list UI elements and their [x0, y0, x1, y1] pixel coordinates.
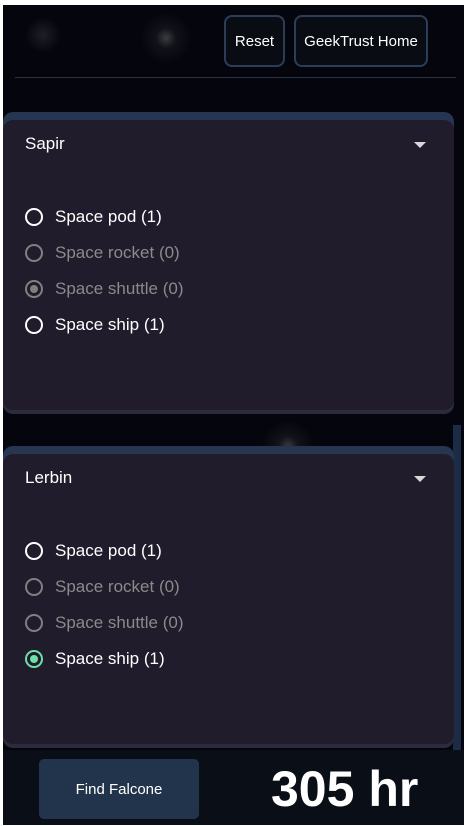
time-taken: 305 hr	[271, 761, 419, 817]
vehicle-option-space-ship[interactable]: Space ship (1)	[25, 645, 165, 673]
geektrust-home-button[interactable]: GeekTrust Home	[294, 15, 428, 67]
radio-button[interactable]	[25, 578, 43, 596]
vehicle-option-space-pod[interactable]: Space pod (1)	[25, 203, 162, 231]
vehicle-label: Space ship (1)	[55, 315, 165, 334]
radio-button[interactable]	[25, 650, 43, 668]
radio-button[interactable]	[25, 280, 43, 298]
vehicle-option-space-shuttle[interactable]: Space shuttle (0)	[25, 275, 184, 303]
vehicle-option-space-ship[interactable]: Space ship (1)	[25, 311, 165, 339]
planet-select-1[interactable]: Sapir	[25, 134, 65, 154]
scrollbar[interactable]	[453, 425, 461, 755]
vehicle-label: Space pod (1)	[55, 541, 162, 560]
reset-button[interactable]: Reset	[224, 15, 285, 67]
vehicle-label: Space ship (1)	[55, 649, 165, 668]
radio-button[interactable]	[25, 542, 43, 560]
planet-select-2[interactable]: Lerbin	[25, 468, 72, 488]
app-frame: Reset GeekTrust Home Sapir Space pod (1)…	[3, 5, 464, 825]
vehicle-option-space-shuttle[interactable]: Space shuttle (0)	[25, 609, 184, 637]
find-falcone-button[interactable]: Find Falcone	[39, 759, 199, 819]
vehicle-option-space-rocket[interactable]: Space rocket (0)	[25, 239, 180, 267]
radio-button[interactable]	[25, 614, 43, 632]
vehicle-option-space-pod[interactable]: Space pod (1)	[25, 537, 162, 565]
caret-down-icon[interactable]	[414, 142, 426, 148]
destination-card-2: Lerbin Space pod (1) Space rocket (0) Sp…	[3, 454, 454, 744]
radio-button[interactable]	[25, 316, 43, 334]
footer-bar: Find Falcone 305 hr	[3, 750, 464, 825]
caret-down-icon[interactable]	[414, 476, 426, 482]
vehicle-label: Space shuttle (0)	[55, 613, 184, 632]
destination-card-1: Sapir Space pod (1) Space rocket (0) Spa…	[3, 120, 454, 410]
header-divider	[15, 77, 456, 78]
vehicle-label: Space shuttle (0)	[55, 279, 184, 298]
radio-button[interactable]	[25, 244, 43, 262]
vehicle-label: Space pod (1)	[55, 207, 162, 226]
vehicle-option-space-rocket[interactable]: Space rocket (0)	[25, 573, 180, 601]
vehicle-label: Space rocket (0)	[55, 243, 180, 262]
vehicle-label: Space rocket (0)	[55, 577, 180, 596]
radio-button[interactable]	[25, 208, 43, 226]
